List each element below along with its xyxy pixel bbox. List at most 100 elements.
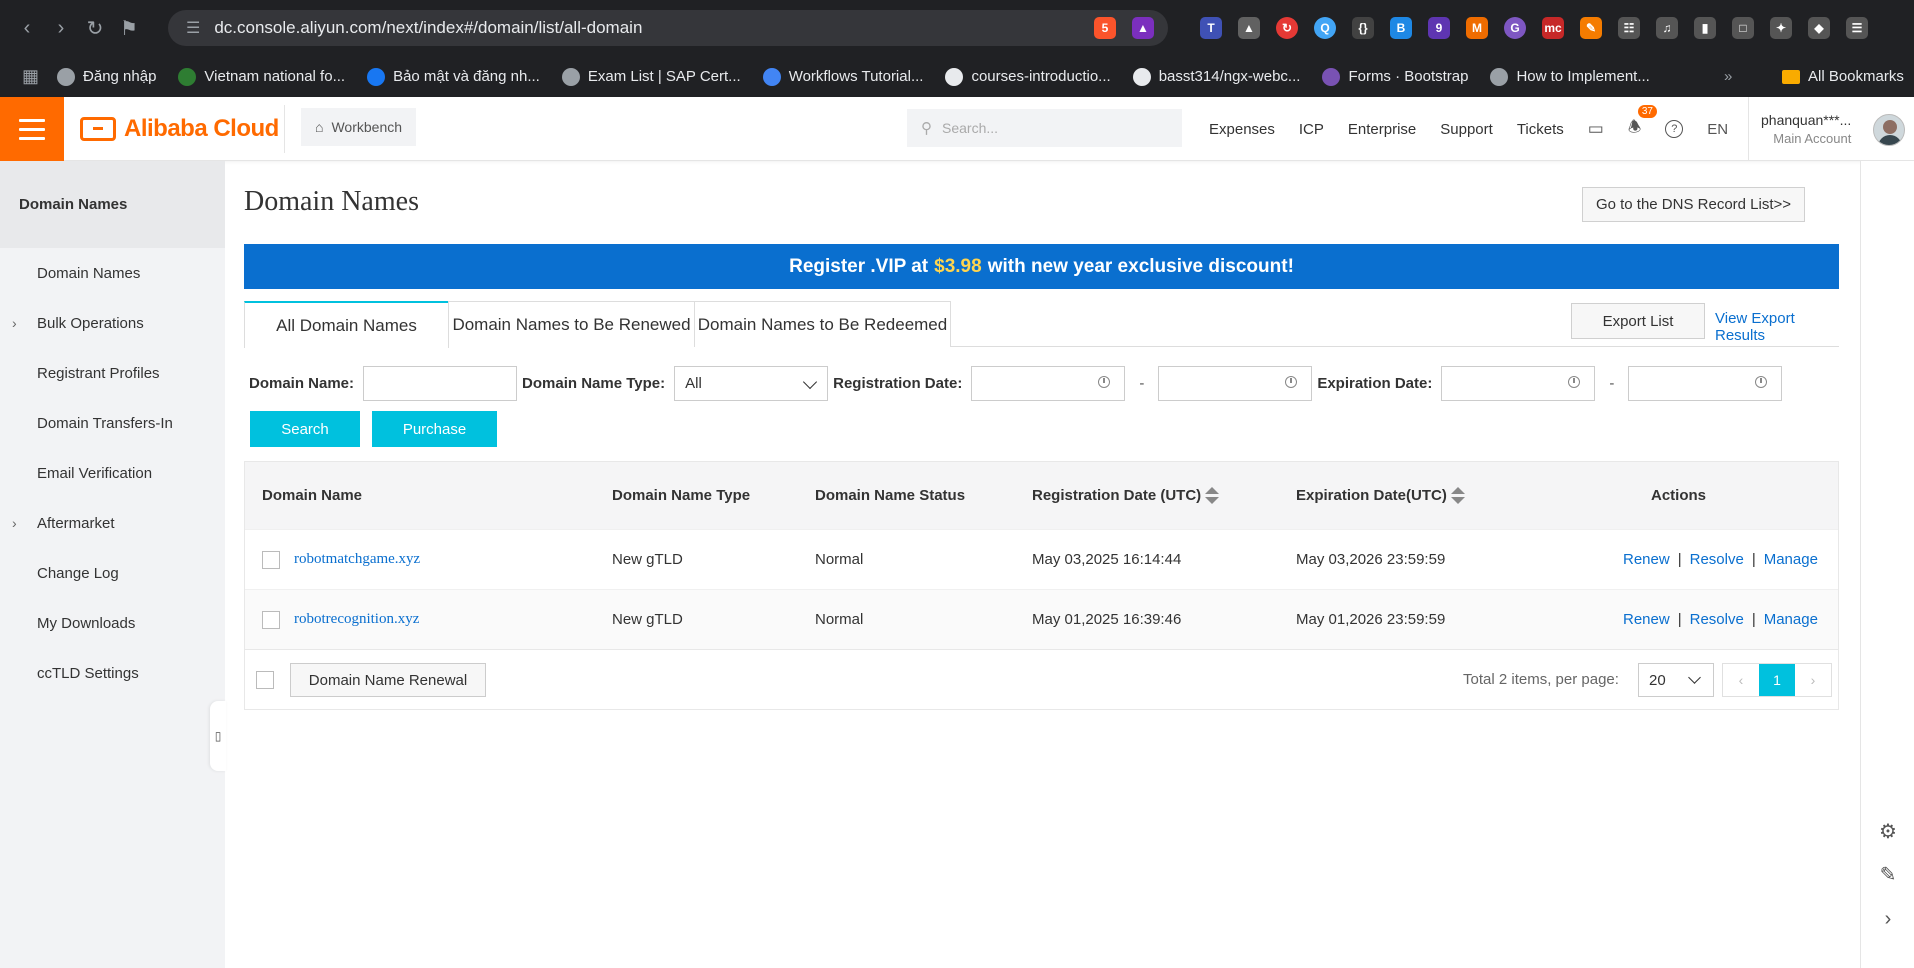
nav-icp[interactable]: ICP	[1299, 121, 1324, 138]
domain-name-renewal-button[interactable]: Domain Name Renewal	[290, 663, 486, 697]
chevron-right-icon[interactable]: ›	[12, 515, 17, 531]
nav-support[interactable]: Support	[1440, 121, 1493, 138]
registration-date-end[interactable]	[1158, 365, 1313, 401]
mc-ext-icon[interactable]: mc	[1542, 17, 1564, 39]
music-icon[interactable]: ♫	[1656, 17, 1678, 39]
leo-ai-icon[interactable]: ✦	[1770, 17, 1792, 39]
brave-shield-icon[interactable]: 5	[1094, 17, 1116, 39]
extensions-icon[interactable]: ☷	[1618, 17, 1640, 39]
col-expiration-date[interactable]: Expiration Date(UTC)	[1296, 487, 1465, 505]
chevron-right-icon[interactable]: ›	[12, 315, 17, 331]
domain-type-select[interactable]: All	[674, 365, 829, 401]
bookmark-item[interactable]: courses-introductio...	[945, 67, 1111, 86]
manage-link[interactable]: Manage	[1764, 551, 1818, 568]
sync-ext-icon[interactable]: ↻	[1276, 17, 1298, 39]
sidebar-icon[interactable]: ▮	[1694, 17, 1716, 39]
resolve-link[interactable]: Resolve	[1690, 611, 1744, 628]
domain-link[interactable]: robotrecognition.xyz	[294, 611, 419, 628]
terminal-icon[interactable]: ▭	[1588, 119, 1604, 139]
export-list-button[interactable]: Export List	[1571, 303, 1705, 339]
sidebar-item-change-log[interactable]: Change Log	[0, 548, 225, 598]
pen-ext-icon[interactable]: ✎	[1580, 17, 1602, 39]
domain-name-input[interactable]	[363, 365, 518, 401]
bookmark-item[interactable]: Bảo mật và đăng nh...	[367, 67, 540, 86]
renew-link[interactable]: Renew	[1623, 611, 1670, 628]
search-button[interactable]: Search	[250, 411, 360, 447]
forward-icon[interactable]: ›	[44, 11, 78, 45]
workbench-button[interactable]: ⌂ Workbench	[301, 108, 417, 146]
address-bar[interactable]: ☰ dc.console.aliyun.com/next/index#/doma…	[168, 10, 1168, 46]
code-ext-icon[interactable]: {}	[1352, 17, 1374, 39]
ghost-ext-icon[interactable]: G	[1504, 17, 1526, 39]
search-ext-icon[interactable]: Q	[1314, 17, 1336, 39]
language-switch[interactable]: EN	[1707, 121, 1728, 138]
domain-link[interactable]: robotmatchgame.xyz	[294, 551, 420, 568]
edit-icon[interactable]: ✎	[1876, 862, 1900, 886]
sidebar-item-my-downloads[interactable]: My Downloads	[0, 598, 225, 648]
resolve-link[interactable]: Resolve	[1690, 551, 1744, 568]
sidebar-item-domain-transfers-in[interactable]: Domain Transfers-In	[0, 398, 225, 448]
brave-rewards-icon[interactable]: ▲	[1132, 17, 1154, 39]
site-info-icon[interactable]: ☰	[186, 18, 200, 38]
nav-expenses[interactable]: Expenses	[1209, 121, 1275, 138]
account-menu[interactable]: phanquan***... Main Account	[1748, 97, 1851, 161]
manage-link[interactable]: Manage	[1764, 611, 1818, 628]
hamburger-menu-icon[interactable]	[0, 97, 64, 161]
metamask-ext-icon[interactable]: M	[1466, 17, 1488, 39]
bookmark-item[interactable]: Forms · Bootstrap	[1322, 67, 1468, 86]
bookmark-item[interactable]: Exam List | SAP Cert...	[561, 67, 741, 86]
bookmark-item[interactable]: Vietnam national fo...	[178, 67, 345, 86]
vpn-icon[interactable]: ◆	[1808, 17, 1830, 39]
sidebar-item-domain-names[interactable]: Domain Names	[0, 248, 225, 298]
sidebar-item-bulk-operations[interactable]: › Bulk Operations	[0, 298, 225, 348]
wallet-icon[interactable]: □	[1732, 17, 1754, 39]
alibaba-cloud-logo[interactable]: Alibaba Cloud	[80, 115, 279, 143]
bookmark-item[interactable]: How to Implement...	[1490, 67, 1650, 86]
select-all-checkbox[interactable]	[256, 671, 274, 689]
sidebar-item-email-verification[interactable]: Email Verification	[0, 448, 225, 498]
tab-all-domain-names[interactable]: All Domain Names	[244, 301, 449, 348]
avatar[interactable]	[1873, 114, 1905, 146]
puzzle-badge-ext-icon[interactable]: 9	[1428, 17, 1450, 39]
help-icon[interactable]: ?	[1665, 120, 1684, 138]
back-icon[interactable]: ‹	[10, 11, 44, 45]
translate-ext-icon[interactable]: T	[1200, 17, 1222, 39]
reload-icon[interactable]: ↻	[78, 11, 112, 45]
tab-to-be-redeemed[interactable]: Domain Names to Be Redeemed	[694, 301, 951, 347]
bookmark-item[interactable]: Workflows Tutorial...	[762, 67, 923, 86]
sidebar-item-aftermarket[interactable]: › Aftermarket	[0, 498, 225, 548]
next-page-icon[interactable]: ›	[1795, 664, 1831, 696]
more-bookmarks-icon[interactable]: »	[1724, 68, 1732, 85]
all-bookmarks[interactable]: All Bookmarks	[1782, 68, 1904, 85]
row-checkbox[interactable]	[262, 610, 280, 629]
menu-icon[interactable]: ☰	[1846, 17, 1868, 39]
row-checkbox[interactable]	[262, 550, 280, 569]
registration-date-start[interactable]	[971, 365, 1126, 401]
dns-record-list-button[interactable]: Go to the DNS Record List>>	[1582, 187, 1805, 222]
col-registration-date[interactable]: Registration Date (UTC)	[1032, 487, 1220, 505]
renew-link[interactable]: Renew	[1623, 551, 1670, 568]
sidebar-collapse-handle[interactable]: ▯	[210, 701, 226, 771]
bitwarden-ext-icon[interactable]: B	[1390, 17, 1412, 39]
sidebar-item-registrant-profiles[interactable]: Registrant Profiles	[0, 348, 225, 398]
purchase-button[interactable]: Purchase	[372, 411, 497, 447]
view-export-results-link[interactable]: View Export Results	[1715, 310, 1840, 344]
tab-to-be-renewed[interactable]: Domain Names to Be Renewed	[448, 301, 695, 347]
expiration-date-end[interactable]	[1628, 365, 1783, 401]
promo-banner[interactable]: Register .VIP at $3.98 with new year exc…	[244, 244, 1839, 289]
bookmark-item[interactable]: Đăng nhập	[57, 67, 156, 86]
mountain-ext-icon[interactable]: ▲	[1238, 17, 1260, 39]
sidebar-item-cctld-settings[interactable]: ccTLD Settings	[0, 648, 225, 698]
page-current[interactable]: 1	[1759, 664, 1795, 696]
expiration-date-start[interactable]	[1441, 365, 1596, 401]
nav-tickets[interactable]: Tickets	[1517, 121, 1564, 138]
bookmark-icon[interactable]: ⚑	[112, 11, 146, 45]
chevron-right-icon[interactable]: ›	[1876, 907, 1900, 931]
notifications-bell-icon[interactable]: 🕭 37	[1628, 104, 1657, 142]
settings-gear-icon[interactable]: ⚙	[1876, 819, 1900, 843]
prev-page-icon[interactable]: ‹	[1723, 664, 1759, 696]
apps-grid-icon[interactable]: ▦	[22, 66, 39, 87]
per-page-select[interactable]: 20	[1638, 663, 1714, 697]
nav-enterprise[interactable]: Enterprise	[1348, 121, 1416, 138]
console-search-input[interactable]: ⚲ Search...	[907, 109, 1182, 147]
